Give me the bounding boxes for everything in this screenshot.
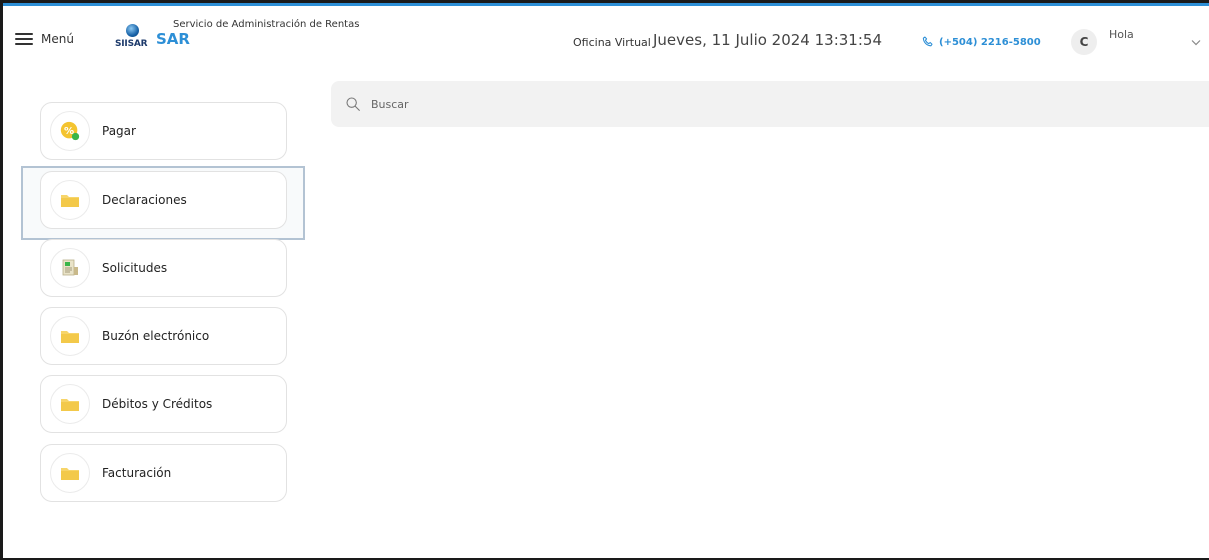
sidebar-item-facturacion[interactable]: Facturación [40,444,287,502]
menu-label: Menú [41,32,74,46]
document-icon [62,259,78,276]
icon-circle [50,384,90,424]
folder-icon [61,399,79,411]
sidebar-item-label: Débitos y Créditos [102,397,213,411]
icon-circle [50,453,90,493]
phone-icon [922,36,933,47]
sidebar-item-label: Solicitudes [102,261,168,275]
phone-number: (+504) 2216-5800 [939,36,1041,48]
hamburger-icon [15,33,33,45]
icon-circle: % [50,111,90,151]
sidebar-item-label: Buzón electrónico [102,329,210,343]
phone-link[interactable]: (+504) 2216-5800 [921,35,1041,49]
sidebar-item-declaraciones[interactable]: Declaraciones [40,171,287,229]
folder-icon [61,331,79,343]
top-header: Menú SIISAR Servicio de Administración d… [3,6,1209,74]
siisar-logo: SIISAR [115,22,155,62]
agency-short-name: SAR [156,30,190,48]
payment-icon: % [60,121,80,141]
search-icon [346,97,360,111]
menu-button[interactable]: Menú [15,32,74,46]
icon-circle [50,316,90,356]
office-label: Oficina Virtual [573,36,651,49]
avatar[interactable]: C [1071,29,1097,55]
sidebar-item-debitos-creditos[interactable]: Débitos y Créditos [40,375,287,433]
sidebar-item-solicitudes[interactable]: Solicitudes [40,239,287,297]
search-input[interactable] [369,96,973,112]
folder-icon [61,195,79,207]
sidebar-item-label: Declaraciones [102,193,187,207]
icon-circle [50,248,90,288]
search-bar [331,81,1209,127]
sidebar-item-buzon[interactable]: Buzón electrónico [40,307,287,365]
folder-icon [61,468,79,480]
sidebar-item-pagar[interactable]: % Pagar [40,102,287,160]
agency-name: Servicio de Administración de Rentas [173,19,360,30]
sidebar-item-label: Pagar [102,124,136,138]
logo-wordmark: SIISAR [115,39,148,49]
chevron-down-icon[interactable] [1191,39,1201,46]
sidebar-item-label: Facturación [102,466,172,480]
current-datetime: Jueves, 11 Julio 2024 13:31:54 [653,31,882,49]
greeting: Hola [1109,28,1134,41]
globe-icon [126,24,139,37]
icon-circle [50,180,90,220]
